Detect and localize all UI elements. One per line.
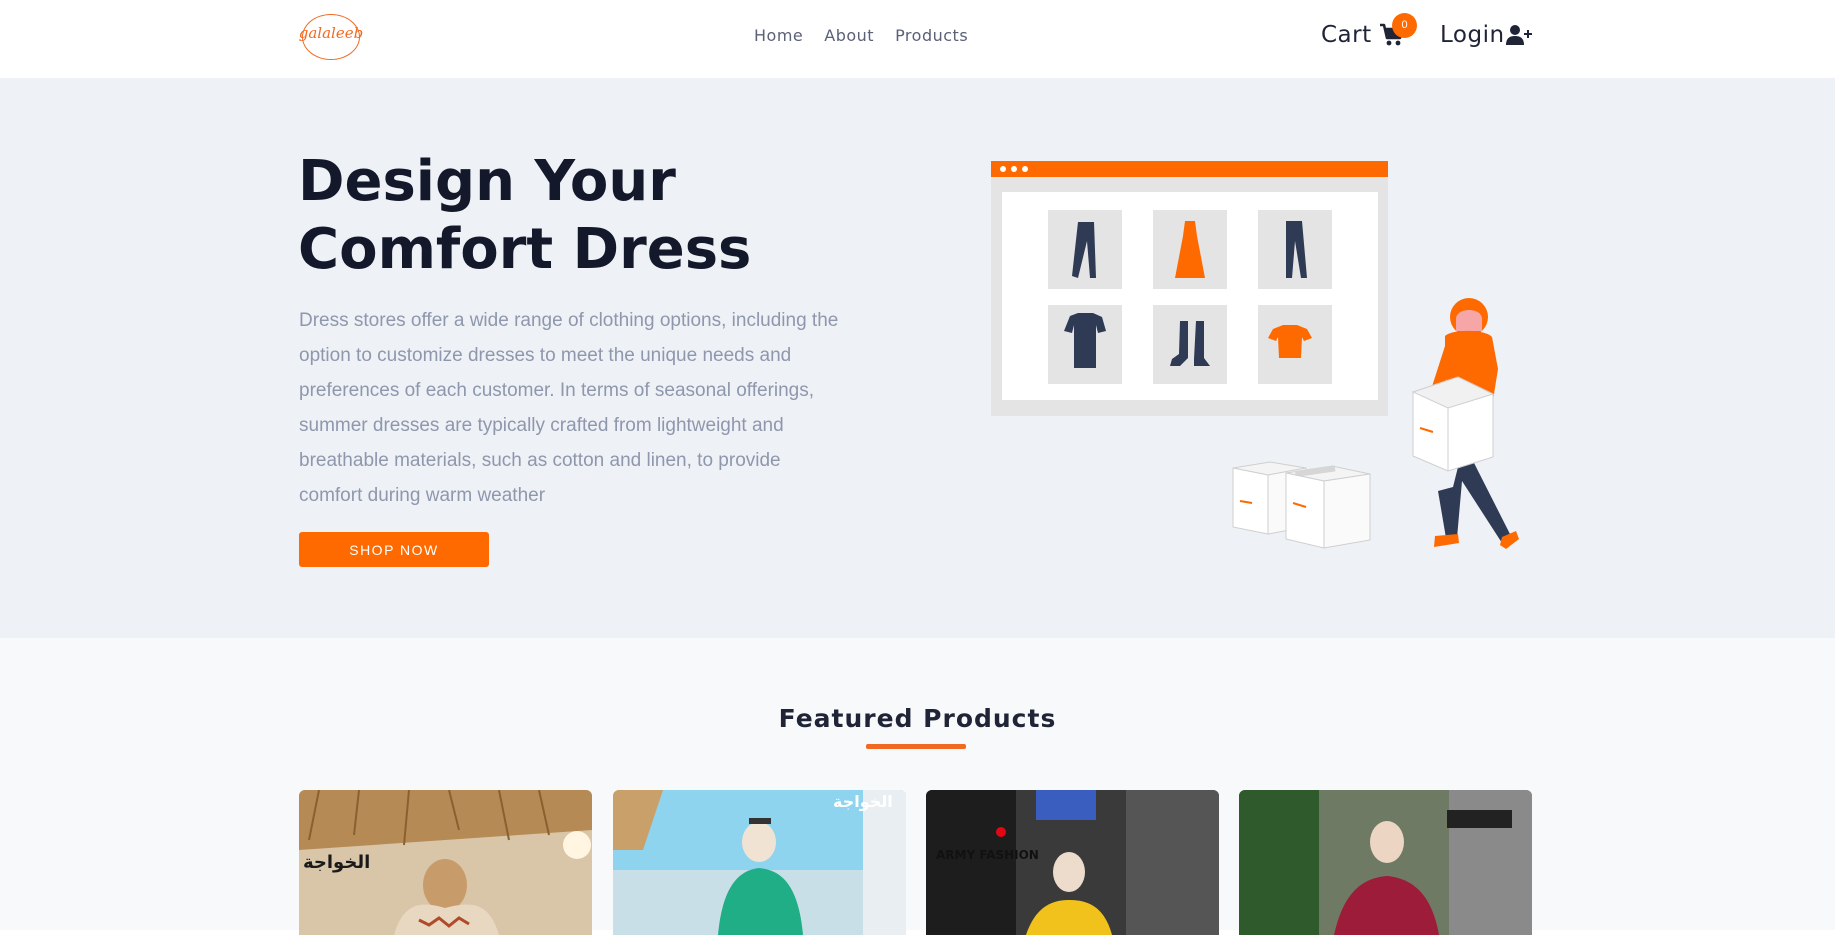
brand-logo[interactable]: galaleeb xyxy=(298,12,364,62)
product-image-4 xyxy=(1239,790,1532,935)
hero-section: Design Your Comfort Dress Dress stores o… xyxy=(0,78,1835,638)
hero-title-line-1: Design Your xyxy=(298,149,676,214)
product-brand-1: الخواجة xyxy=(303,852,371,873)
browser-window-illustration xyxy=(991,161,1388,416)
hero-title-line-2: Comfort Dress xyxy=(298,217,752,282)
login-label: Login xyxy=(1440,22,1505,48)
product-brand-2: الخواجة xyxy=(833,792,893,811)
main-nav: Home About Products xyxy=(754,26,968,45)
product-image-3 xyxy=(926,790,1219,935)
user-plus-icon xyxy=(1505,25,1532,45)
product-brand-3: ARMY FASHION xyxy=(936,848,1039,862)
cart-label: Cart xyxy=(1321,22,1372,48)
hero-illustration xyxy=(991,161,1519,549)
hero-description: Dress stores offer a wide range of cloth… xyxy=(299,310,839,506)
nav-link-about[interactable]: About xyxy=(824,26,874,45)
person-illustration xyxy=(1411,298,1519,549)
top-navbar: galaleeb Home About Products Cart 0 Logi… xyxy=(0,0,1835,78)
product-card-3[interactable]: ARMY FASHION xyxy=(926,790,1219,935)
featured-products-title: Featured Products xyxy=(778,704,1057,733)
title-underline xyxy=(866,744,966,749)
nav-link-products[interactable]: Products xyxy=(895,26,968,45)
product-image-2 xyxy=(613,790,906,935)
logo-text: galaleeb xyxy=(298,24,364,42)
nav-link-home[interactable]: Home xyxy=(754,26,803,45)
shop-now-button[interactable]: SHOP NOW xyxy=(299,532,489,567)
cart-count-badge: 0 xyxy=(1392,13,1417,38)
product-card-2[interactable]: الخواجة xyxy=(613,790,906,935)
product-card-1[interactable]: الخواجة xyxy=(299,790,592,935)
boxes-illustration xyxy=(1232,461,1371,549)
hero-title: Design Your Comfort Dress xyxy=(298,148,858,284)
cart-button[interactable]: Cart 0 xyxy=(1321,13,1417,48)
product-card-4[interactable] xyxy=(1239,790,1532,935)
featured-products-section: Featured Products الخواجة الخواجة ARMY F… xyxy=(0,638,1835,935)
login-button[interactable]: Login xyxy=(1440,22,1533,48)
